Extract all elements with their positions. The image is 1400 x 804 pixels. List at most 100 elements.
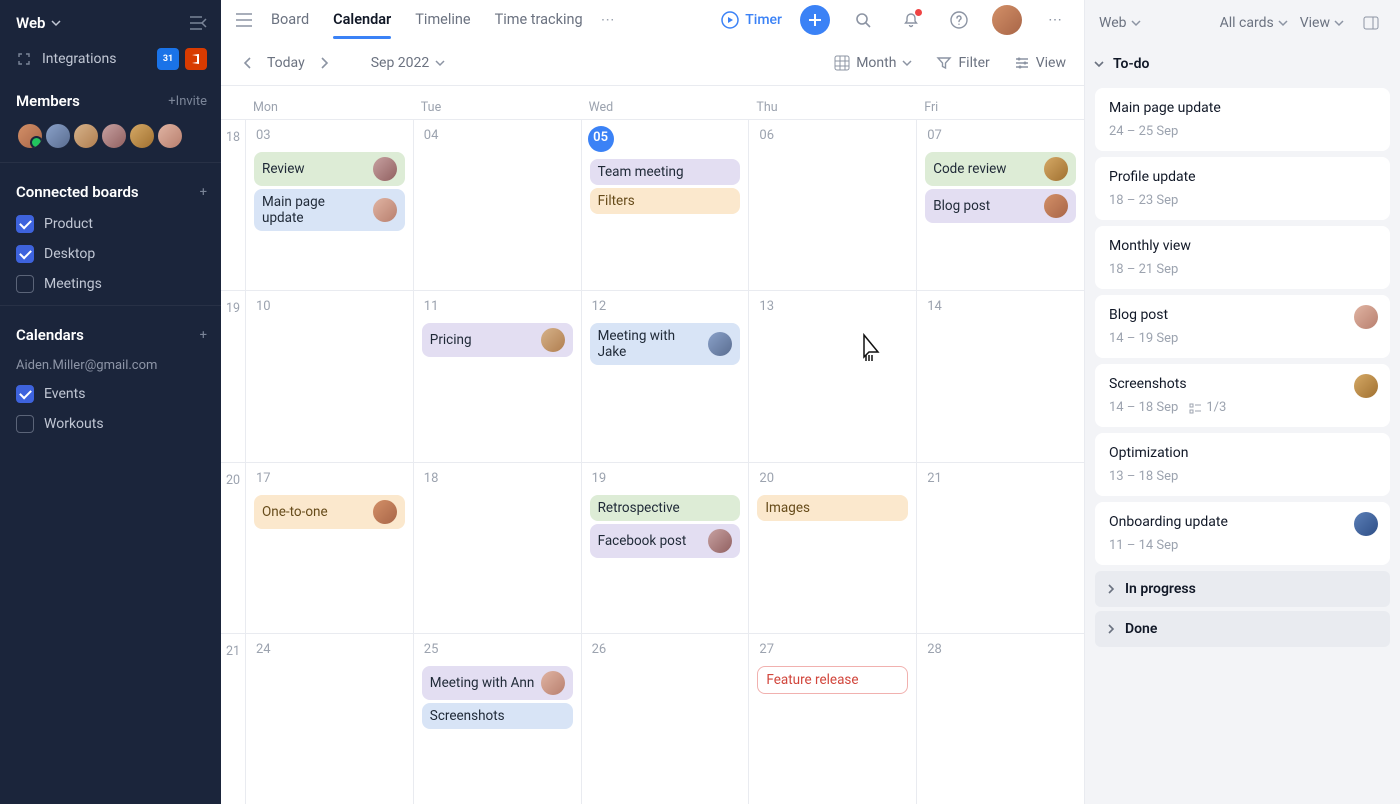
- day-cell[interactable]: 07Code reviewBlog post: [916, 120, 1084, 290]
- calendar-card[interactable]: Screenshots: [422, 703, 573, 729]
- avatar[interactable]: [100, 122, 128, 150]
- weekday-label: Wed: [581, 96, 749, 119]
- calendar-card[interactable]: Code review: [925, 152, 1076, 186]
- day-cell[interactable]: 24: [245, 634, 413, 804]
- todo-card[interactable]: Main page update24 – 25 Sep: [1095, 88, 1390, 151]
- plus-icon: [808, 13, 822, 27]
- view-button[interactable]: View: [1014, 55, 1066, 71]
- avatar[interactable]: [156, 122, 184, 150]
- section-header[interactable]: Done: [1095, 611, 1390, 647]
- day-cell[interactable]: 27Feature release: [748, 634, 916, 804]
- avatar[interactable]: [72, 122, 100, 150]
- day-cell[interactable]: 14: [916, 291, 1084, 461]
- calendar-card[interactable]: Feature release: [757, 666, 908, 694]
- day-cell[interactable]: 11Pricing: [413, 291, 581, 461]
- todo-card[interactable]: Onboarding update11 – 14 Sep: [1095, 502, 1390, 565]
- calendar-card[interactable]: Meeting with Jake: [590, 323, 741, 365]
- notifications-button[interactable]: [896, 5, 926, 35]
- calendar-card[interactable]: Images: [757, 495, 908, 521]
- avatar[interactable]: [128, 122, 156, 150]
- office365-icon[interactable]: [185, 48, 207, 70]
- day-cell[interactable]: 25Meeting with AnnScreenshots: [413, 634, 581, 804]
- chevron-right-icon: [1105, 623, 1117, 635]
- timer-button[interactable]: Timer: [721, 11, 782, 29]
- calendar-card[interactable]: Pricing: [422, 323, 573, 357]
- avatar[interactable]: [44, 122, 72, 150]
- tab-board[interactable]: Board: [271, 3, 309, 36]
- more-tabs-icon[interactable]: ⋯: [601, 12, 615, 28]
- calendar-card[interactable]: Main page update: [254, 189, 405, 231]
- board-item[interactable]: Meetings: [0, 269, 221, 299]
- day-cell[interactable]: 12Meeting with Jake: [581, 291, 749, 461]
- collapse-sidebar-icon[interactable]: [189, 16, 207, 30]
- todo-card[interactable]: Blog post14 – 19 Sep: [1095, 295, 1390, 358]
- day-number: 24: [252, 640, 407, 663]
- day-cell[interactable]: 20Images: [748, 463, 916, 633]
- next-period-button[interactable]: [315, 53, 333, 73]
- day-cell[interactable]: 03ReviewMain page update: [245, 120, 413, 290]
- today-button[interactable]: Today: [267, 55, 305, 71]
- connected-boards-heading: Connected boards: [16, 183, 139, 201]
- avatar[interactable]: [16, 122, 44, 150]
- tab-calendar[interactable]: Calendar: [333, 3, 391, 36]
- tab-timeline[interactable]: Timeline: [415, 3, 470, 36]
- weekday-label: Tue: [413, 96, 581, 119]
- tab-time-tracking[interactable]: Time tracking: [495, 3, 583, 36]
- calendar-item[interactable]: Events: [0, 379, 221, 409]
- chevron-down-icon: [902, 58, 912, 68]
- filter-icon: [936, 55, 952, 71]
- add-board-button[interactable]: +: [200, 185, 207, 200]
- calendar-card[interactable]: Meeting with Ann: [422, 666, 573, 700]
- section-header[interactable]: To-do: [1085, 46, 1400, 82]
- day-cell[interactable]: 13: [748, 291, 916, 461]
- filter-button[interactable]: Filter: [936, 55, 989, 71]
- day-cell[interactable]: 17One-to-one: [245, 463, 413, 633]
- day-cell[interactable]: 19RetrospectiveFacebook post: [581, 463, 749, 633]
- card-dates: 11 – 14 Sep: [1109, 538, 1178, 553]
- day-cell[interactable]: 18: [413, 463, 581, 633]
- avatar: [1354, 374, 1378, 398]
- calendar-item[interactable]: Workouts: [0, 409, 221, 439]
- add-calendar-button[interactable]: +: [200, 328, 207, 343]
- current-user-avatar[interactable]: [992, 5, 1022, 35]
- day-cell[interactable]: 06: [748, 120, 916, 290]
- sidebar-integrations[interactable]: Integrations: [0, 40, 221, 78]
- invite-button[interactable]: +Invite: [168, 94, 207, 109]
- calendar-card[interactable]: One-to-one: [254, 495, 405, 529]
- section-header[interactable]: In progress: [1095, 571, 1390, 607]
- day-cell[interactable]: 26: [581, 634, 749, 804]
- search-button[interactable]: [848, 5, 878, 35]
- todo-card[interactable]: Monthly view18 – 21 Sep: [1095, 226, 1390, 289]
- board-item[interactable]: Desktop: [0, 239, 221, 269]
- google-calendar-icon[interactable]: [157, 48, 179, 70]
- board-item[interactable]: Product: [0, 209, 221, 239]
- calendar-card[interactable]: Filters: [590, 188, 741, 214]
- right-panel: Web All cards View To-do Main page update…: [1084, 0, 1400, 804]
- day-cell[interactable]: 28: [916, 634, 1084, 804]
- add-button[interactable]: [800, 5, 830, 35]
- day-cell[interactable]: 04: [413, 120, 581, 290]
- calendar-card[interactable]: Team meeting: [590, 159, 741, 185]
- workspace-selector[interactable]: Web: [16, 14, 61, 32]
- period-selector[interactable]: Sep 2022: [371, 55, 446, 71]
- right-cards-filter[interactable]: All cards: [1220, 15, 1288, 31]
- calendar-card[interactable]: Retrospective: [590, 495, 741, 521]
- right-view-selector[interactable]: View: [1300, 15, 1344, 31]
- prev-period-button[interactable]: [239, 53, 257, 73]
- day-cell[interactable]: 05Team meetingFilters: [581, 120, 749, 290]
- calendar-card[interactable]: Review: [254, 152, 405, 186]
- right-workspace-selector[interactable]: Web: [1099, 15, 1141, 31]
- more-icon[interactable]: ⋯: [1040, 5, 1070, 35]
- close-panel-button[interactable]: [1356, 8, 1386, 38]
- card-title: Filters: [598, 193, 635, 209]
- scale-selector[interactable]: Month: [834, 55, 912, 71]
- menu-icon[interactable]: [235, 13, 253, 27]
- day-cell[interactable]: 21: [916, 463, 1084, 633]
- day-cell[interactable]: 10: [245, 291, 413, 461]
- calendar-card[interactable]: Blog post: [925, 189, 1076, 223]
- calendar-card[interactable]: Facebook post: [590, 524, 741, 558]
- todo-card[interactable]: Profile update18 – 23 Sep: [1095, 157, 1390, 220]
- help-button[interactable]: [944, 5, 974, 35]
- todo-card[interactable]: Screenshots14 – 18 Sep1/3: [1095, 364, 1390, 427]
- todo-card[interactable]: Optimization13 – 18 Sep: [1095, 433, 1390, 496]
